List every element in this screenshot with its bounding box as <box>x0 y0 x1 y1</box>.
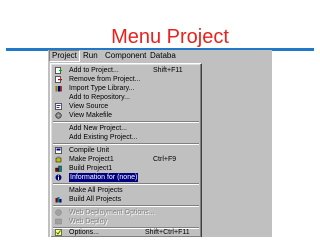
info-icon <box>55 174 62 181</box>
menu-item-make-all-projects[interactable]: Make All Projects <box>53 186 199 195</box>
menu-separator <box>53 183 199 185</box>
library-icon <box>55 86 62 92</box>
menu-item-compile-unit[interactable]: Compile Unit <box>53 146 199 155</box>
menu-item-build-all-projects[interactable]: Build All Projects <box>53 195 199 204</box>
ide-screenshot: Project Run Component Databa Add to Proj… <box>48 50 272 237</box>
menu-item-view-makefile[interactable]: View Makefile <box>53 111 199 120</box>
menu-item-build-project[interactable]: Build Project1 <box>53 164 199 173</box>
menu-item-add-to-project[interactable]: Add to Project... Shift+F11 <box>53 66 199 75</box>
makefile-icon <box>55 112 62 119</box>
build-icon <box>55 165 62 172</box>
build-all-icon <box>55 197 62 203</box>
menu-item-add-new-project[interactable]: Add New Project... <box>53 124 199 133</box>
menu-bar: Project Run Component Databa <box>48 50 272 62</box>
web-deploy-icon <box>55 218 62 225</box>
menu-item-add-existing-project[interactable]: Add Existing Project... <box>53 133 199 142</box>
web-options-icon <box>55 209 62 216</box>
options-icon <box>55 229 62 236</box>
menu-item-web-deployment-options[interactable]: Web Deployment Options... <box>53 208 199 217</box>
menu-run[interactable]: Run <box>81 50 100 62</box>
remove-file-icon <box>55 76 62 83</box>
compile-icon <box>55 147 62 154</box>
source-icon <box>55 103 62 110</box>
menu-separator <box>53 121 199 123</box>
slide-title: Menu Project <box>111 26 229 48</box>
project-menu-dropdown: Add to Project... Shift+F11 Remove from … <box>50 63 202 237</box>
menu-item-import-type-library[interactable]: Import Type Library... <box>53 84 199 93</box>
menu-project[interactable]: Project <box>49 50 80 62</box>
menu-separator <box>53 205 199 207</box>
menu-component[interactable]: Component <box>103 50 148 62</box>
make-icon <box>55 156 62 163</box>
menu-item-add-to-repository[interactable]: Add to Repository... <box>53 93 199 102</box>
menu-item-information[interactable]: Information for (none) <box>53 173 199 182</box>
menu-item-options[interactable]: Options... Shift+Ctrl+F11 <box>53 228 199 237</box>
menu-item-make-project[interactable]: Make Project1 Ctrl+F9 <box>53 155 199 164</box>
menu-item-remove-from-project[interactable]: Remove from Project... <box>53 75 199 84</box>
menu-separator <box>53 143 199 145</box>
menu-item-view-source[interactable]: View Source <box>53 102 199 111</box>
menu-database[interactable]: Databa <box>148 50 178 62</box>
add-file-icon <box>55 67 62 74</box>
menu-item-web-deploy[interactable]: Web Deploy <box>53 217 199 226</box>
